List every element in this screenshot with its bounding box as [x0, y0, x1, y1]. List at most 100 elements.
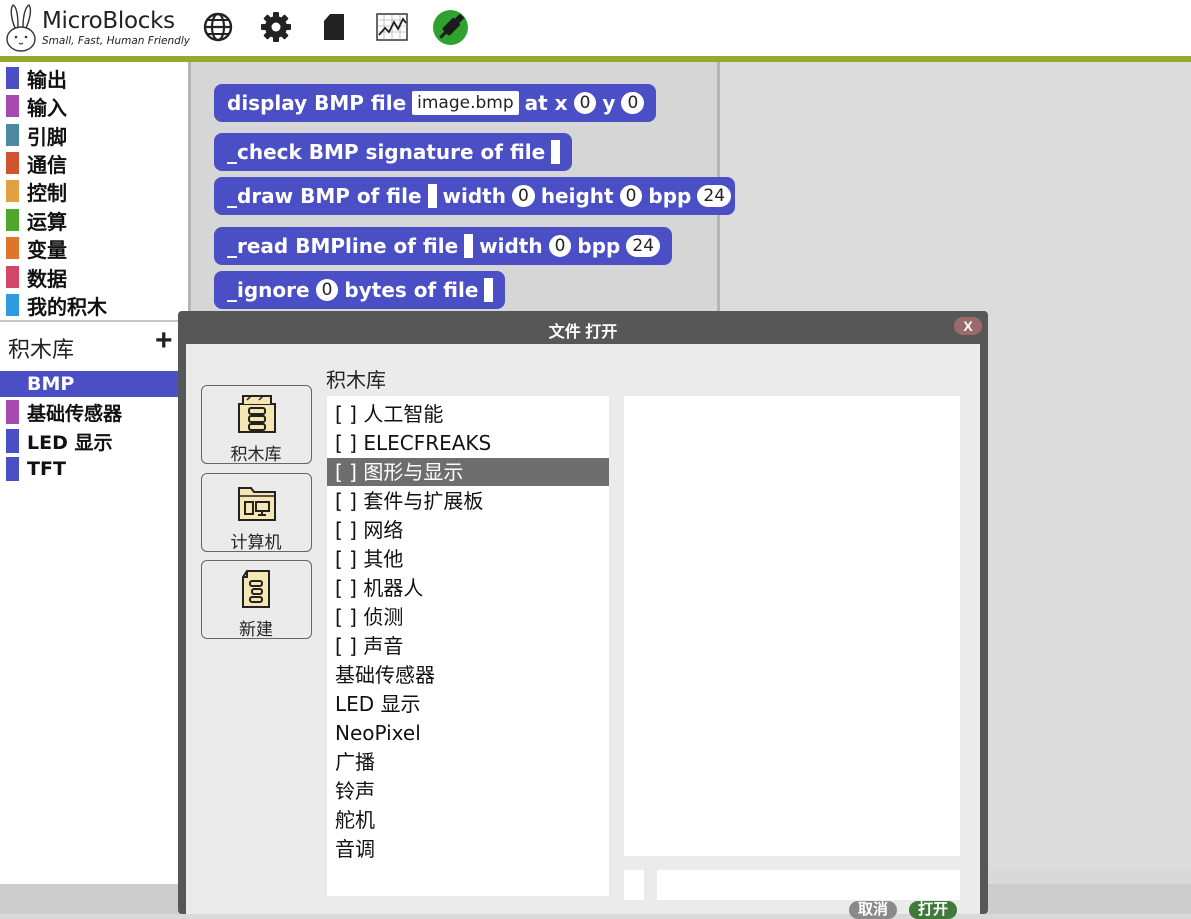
category-label: 输出: [27, 67, 67, 92]
category-palette: 输出 输入 引脚 通信 控制 运算 变量 数据 我的积木: [0, 62, 188, 320]
usb-connected-icon[interactable]: [432, 9, 469, 46]
category-color-swatch: [6, 294, 19, 316]
category-pins[interactable]: 引脚: [6, 123, 67, 149]
read-bmp-line-block[interactable]: _read BMPline of file width 0 bpp 24: [214, 227, 673, 265]
bpp-input[interactable]: 24: [697, 185, 732, 207]
libraries-button-label: 积木库: [230, 445, 282, 465]
check-bmp-signature-block[interactable]: _check BMP signature of file: [214, 133, 573, 171]
library-file-list[interactable]: [ ] 人工智能 [ ] ELECFREAKS [ ] 图形与显示 [ ] 套件…: [327, 396, 609, 896]
computer-button[interactable]: 计算机: [201, 473, 312, 553]
gear-icon[interactable]: [260, 11, 292, 43]
library-item-tft[interactable]: TFT: [0, 456, 178, 482]
new-button-label: 新建: [239, 620, 273, 640]
file-slot[interactable]: [484, 278, 494, 302]
list-item[interactable]: 广播: [327, 748, 609, 776]
block-text: width: [442, 184, 506, 208]
list-item[interactable]: [ ] 人工智能: [327, 400, 609, 428]
category-label: 引脚: [27, 124, 67, 149]
file-slot[interactable]: [427, 184, 437, 208]
bpp-input[interactable]: 24: [626, 235, 661, 257]
width-input[interactable]: 0: [548, 235, 572, 257]
library-item-led-display[interactable]: LED 显示: [0, 428, 178, 454]
library-item-basic-sensors[interactable]: 基础传感器: [0, 399, 178, 425]
category-comm[interactable]: 通信: [6, 151, 67, 177]
dialog-title: 文件 打开: [548, 324, 618, 341]
computer-button-label: 计算机: [230, 533, 282, 553]
block-text: _draw BMP of file: [227, 184, 422, 208]
library-folder-icon: [238, 395, 276, 433]
library-label: LED 显示: [27, 431, 113, 454]
category-color-swatch: [6, 266, 19, 288]
library-label: BMP: [27, 373, 75, 395]
height-input[interactable]: 0: [619, 185, 643, 207]
library-item-bmp[interactable]: BMP: [0, 371, 178, 397]
category-color-swatch: [6, 124, 19, 146]
list-item[interactable]: 基础传感器: [327, 661, 609, 689]
list-item[interactable]: 音调: [327, 835, 609, 863]
y-input[interactable]: 0: [621, 92, 645, 114]
list-item[interactable]: LED 显示: [327, 690, 609, 718]
x-input[interactable]: 0: [573, 92, 597, 114]
file-name-field[interactable]: [657, 870, 960, 900]
preview-pane: [624, 396, 960, 856]
block-text: at x: [524, 91, 568, 115]
category-control[interactable]: 控制: [6, 179, 67, 205]
list-item[interactable]: NeoPixel: [327, 719, 609, 747]
list-item[interactable]: [ ] 侦测: [327, 603, 609, 631]
file-name-input[interactable]: image.bmp: [412, 91, 519, 115]
file-slot[interactable]: [551, 140, 561, 164]
list-item[interactable]: 舵机: [327, 806, 609, 834]
category-label: 变量: [27, 237, 67, 262]
app-name: MicroBlocks: [42, 8, 175, 34]
list-item[interactable]: [ ] ELECFREAKS: [327, 429, 609, 457]
category-color-swatch: [6, 237, 19, 259]
draw-bmp-block[interactable]: _draw BMP of file width 0 height 0 bpp 2…: [214, 177, 736, 215]
computer-folder-icon: [238, 487, 276, 521]
library-label: 基础传感器: [27, 402, 123, 425]
list-item[interactable]: [ ] 套件与扩展板: [327, 487, 609, 515]
microblocks-logo-icon: [6, 4, 36, 52]
list-item[interactable]: [ ] 其他: [327, 545, 609, 573]
block-text: _read BMPline of file: [227, 234, 459, 258]
file-type-box: [624, 870, 644, 900]
library-list: BMP 基础传感器 LED 显示 TFT: [0, 368, 188, 884]
block-text: bpp: [577, 234, 621, 258]
cancel-button[interactable]: 取消: [849, 901, 897, 919]
list-item-selected[interactable]: [ ] 图形与显示: [327, 458, 609, 486]
list-item[interactable]: [ ] 网络: [327, 516, 609, 544]
new-button[interactable]: 新建: [201, 560, 312, 640]
category-variables[interactable]: 变量: [6, 236, 67, 262]
category-color-swatch: [6, 180, 19, 202]
bytes-input[interactable]: 0: [315, 279, 339, 301]
open-button[interactable]: 打开: [909, 901, 957, 919]
file-open-dialog: 文件 打开 X 积木库 积木库 计算机 新建 [] 人工智能 [] ELEC…: [178, 311, 988, 919]
category-input[interactable]: 输入: [6, 94, 67, 120]
file-icon[interactable]: [318, 11, 350, 43]
category-label: 数据: [27, 266, 67, 291]
list-item[interactable]: [ ] 机器人: [327, 574, 609, 602]
add-library-button[interactable]: +: [155, 324, 173, 358]
globe-icon[interactable]: [202, 11, 234, 43]
file-slot[interactable]: [464, 234, 474, 258]
close-button[interactable]: X: [954, 317, 982, 335]
new-file-icon: [242, 570, 270, 608]
ignore-bytes-block[interactable]: _ignore 0 bytes of file: [214, 271, 506, 309]
list-item[interactable]: [ ] 声音: [327, 632, 609, 660]
category-output[interactable]: 输出: [6, 66, 67, 92]
category-data[interactable]: 数据: [6, 265, 67, 291]
category-operators[interactable]: 运算: [6, 208, 67, 234]
list-item[interactable]: 铃声: [327, 777, 609, 805]
category-label: 输入: [27, 95, 67, 120]
libraries-button[interactable]: 积木库: [201, 385, 312, 465]
app-tagline: Small, Fast, Human Friendly: [42, 35, 190, 47]
block-text: bpp: [648, 184, 692, 208]
category-my-blocks[interactable]: 我的积木: [6, 293, 107, 319]
block-text: bytes of file: [344, 278, 479, 302]
top-bar: MicroBlocks Small, Fast, Human Friendly: [0, 0, 1191, 56]
width-input[interactable]: 0: [511, 185, 535, 207]
library-color-swatch: [6, 400, 19, 424]
block-text: width: [479, 234, 543, 258]
graph-icon[interactable]: [376, 11, 408, 43]
display-bmp-file-block[interactable]: display BMP file image.bmp at x 0 y 0: [214, 84, 657, 122]
category-color-swatch: [6, 209, 19, 231]
